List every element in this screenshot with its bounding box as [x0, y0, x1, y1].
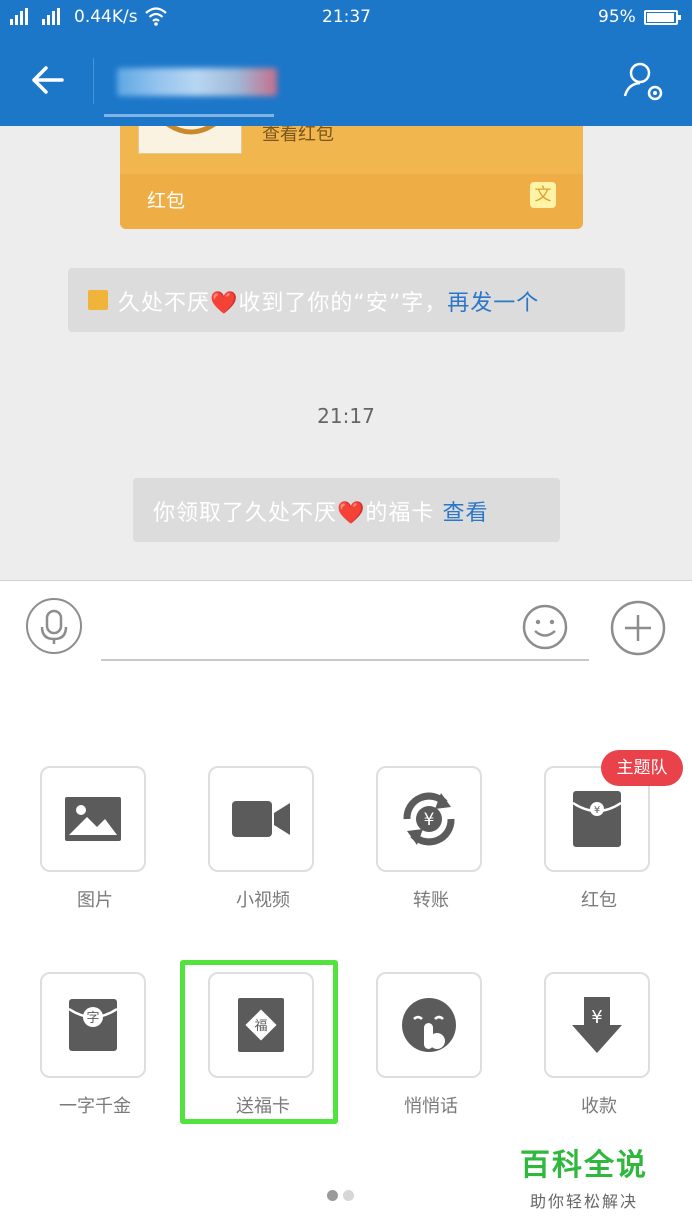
highlight-box: [180, 960, 338, 1124]
back-button[interactable]: [26, 60, 70, 100]
video-camera-icon: [232, 801, 290, 837]
panel-item-red-packet[interactable]: ¥ 红包: [544, 766, 654, 912]
tile-box: [40, 766, 146, 872]
battery-icon: [644, 10, 681, 25]
receive-payment-icon: ¥: [572, 997, 622, 1053]
tile-label: 一字千金: [59, 1096, 131, 1117]
tile-box: [208, 766, 314, 872]
tile-box: [376, 972, 482, 1078]
panel-item-receive-payment[interactable]: ¥ 收款: [544, 972, 654, 1118]
tile-label: 图片: [77, 890, 113, 911]
page-indicator: [327, 1186, 359, 1205]
red-packet-hint: 查看红包: [262, 126, 334, 145]
tile-box: ¥: [544, 972, 650, 1078]
page-dot-inactive[interactable]: [343, 1190, 354, 1201]
theme-badge: 主题队: [601, 750, 683, 786]
battery-percent: 95%: [598, 7, 636, 27]
tile-label: 转账: [413, 890, 449, 911]
tile-label: 收款: [581, 1096, 617, 1117]
plus-icon: [610, 600, 666, 656]
signal-indicator: [10, 7, 70, 32]
panel-item-transfer[interactable]: ¥ 转账: [376, 766, 486, 912]
watermark-subtitle: 助你轻松解决: [529, 1192, 638, 1211]
title-underline: [104, 114, 274, 117]
svg-text:¥: ¥: [424, 810, 435, 830]
mail-icon: [88, 290, 108, 310]
image-icon: [65, 797, 121, 841]
envelope-icon: [138, 126, 242, 154]
profile-settings-button[interactable]: [622, 60, 668, 106]
emoji-button[interactable]: [518, 600, 572, 654]
status-bar: 0.44K/s 21:37 95%: [0, 0, 692, 34]
page-dot-active[interactable]: [327, 1190, 338, 1201]
title-divider: [93, 58, 94, 104]
tile-box: ¥: [376, 766, 482, 872]
tile-label: 红包: [581, 890, 617, 911]
tile-label: 小视频: [236, 890, 290, 911]
smiley-icon: [522, 604, 568, 650]
system-message-text: 你领取了久处不厌❤️的福卡 查看: [153, 501, 489, 526]
more-button[interactable]: [610, 600, 666, 656]
panel-item-whisper[interactable]: 悄悄话: [376, 972, 486, 1118]
status-time: 21:37: [322, 7, 371, 27]
watermark-title: 百科全说: [520, 1148, 648, 1183]
title-bar: [0, 34, 692, 126]
red-packet-label: 红包: [147, 190, 186, 212]
signal-icon: [10, 8, 60, 25]
character-packet-icon: 字: [68, 999, 118, 1051]
message-input[interactable]: [101, 605, 589, 661]
tile-box: 字: [40, 972, 146, 1078]
chat-title-redacted: [117, 68, 277, 96]
red-packet-message[interactable]: 查看红包 红包 文: [120, 126, 583, 229]
chat-timestamp: 21:17: [317, 404, 375, 428]
panel-item-video[interactable]: 小视频: [208, 766, 318, 912]
transfer-yuan-icon: ¥: [403, 792, 455, 846]
svg-text:¥: ¥: [591, 1007, 602, 1028]
system-message-received: 久处不厌❤️收到了你的“安”字，再发一个: [68, 268, 625, 332]
voice-button[interactable]: [26, 598, 82, 654]
tile-label: 悄悄话: [404, 1096, 458, 1117]
red-packet-icon: ¥: [572, 791, 622, 847]
red-packet-logo-icon: 文: [530, 182, 556, 208]
network-speed: 0.44K/s: [74, 7, 138, 27]
arrow-left-icon: [32, 66, 64, 94]
view-fu-card-link[interactable]: 查看: [442, 501, 488, 526]
wifi-icon: [144, 5, 168, 32]
send-again-link[interactable]: 再发一个: [447, 291, 539, 316]
red-packet-upper: 查看红包: [120, 126, 583, 174]
whisper-icon: [402, 998, 456, 1052]
profile-settings-icon: [623, 62, 663, 101]
panel-item-image[interactable]: 图片: [40, 766, 150, 912]
system-message-fu-card: 你领取了久处不厌❤️的福卡 查看: [133, 478, 560, 542]
watermark: 百科全说 助你轻松解决: [514, 1140, 654, 1212]
chat-area[interactable]: 查看红包 红包 文 久处不厌❤️收到了你的“安”字，再发一个 21:17 你领取…: [0, 126, 692, 580]
heart-icon: ❤️: [210, 291, 239, 316]
system-message-text: 久处不厌❤️收到了你的“安”字，再发一个: [118, 291, 540, 316]
svg-text:¥: ¥: [594, 805, 600, 816]
tile-glyph: 字: [86, 1011, 99, 1026]
heart-icon: ❤️: [337, 501, 366, 526]
panel-item-character-packet[interactable]: 字 一字千金: [40, 972, 150, 1118]
microphone-icon: [40, 609, 68, 644]
